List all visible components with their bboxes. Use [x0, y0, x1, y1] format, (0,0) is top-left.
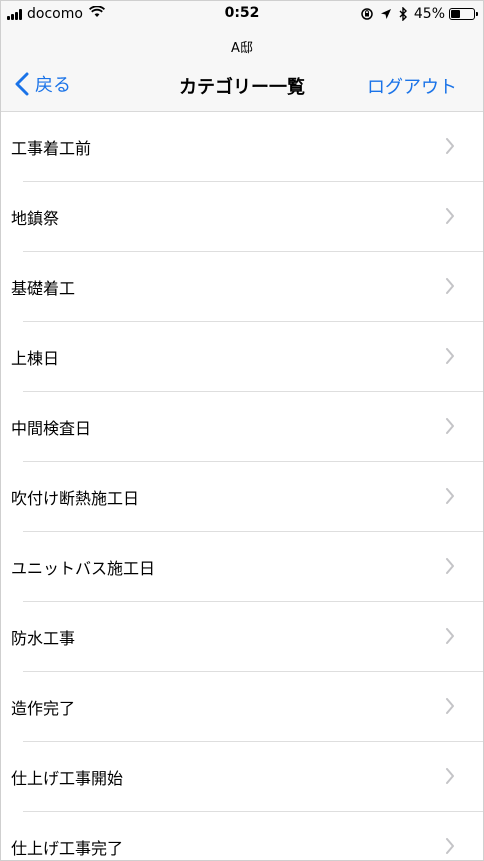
status-right: 45%: [354, 5, 478, 23]
chevron-right-icon: [446, 768, 454, 784]
chevron-right-icon: [446, 838, 454, 854]
battery-icon: [449, 8, 478, 20]
navigation-bar: A邸 戻る カテゴリー一覧 ログアウト: [1, 27, 483, 112]
category-list-item[interactable]: 防水工事: [1, 602, 483, 672]
chevron-right-icon: [446, 558, 454, 574]
battery-percent: 45%: [413, 6, 445, 22]
rotation-lock-icon: [360, 7, 374, 21]
location-icon: [380, 8, 392, 20]
category-label: 吹付け断熱施工日: [11, 489, 140, 508]
app-frame: docomo 0:52 45% A邸 戻る カテゴリー一覧 ログアウト 工事着工…: [0, 0, 484, 861]
category-label: 仕上げ工事開始: [11, 769, 124, 788]
category-label: 地鎮祭: [11, 209, 60, 228]
category-list-item[interactable]: 上棟日: [1, 322, 483, 392]
category-list-item[interactable]: 造作完了: [1, 672, 483, 742]
category-label: 造作完了: [11, 699, 76, 718]
category-list-item[interactable]: 吹付け断熱施工日: [1, 462, 483, 532]
category-label: ユニットバス施工日: [11, 559, 156, 578]
category-label: 上棟日: [11, 349, 60, 368]
category-label: 中間検査日: [11, 419, 92, 438]
category-list-item[interactable]: 基礎着工: [1, 252, 483, 322]
category-list-item[interactable]: 仕上げ工事完了: [1, 812, 483, 860]
nav-prompt: A邸: [231, 41, 253, 56]
chevron-right-icon: [446, 208, 454, 224]
category-list-item[interactable]: 工事着工前: [1, 112, 483, 182]
category-list: 工事着工前地鎮祭基礎着工上棟日中間検査日吹付け断熱施工日 ユニットバス施工日 防水工…: [1, 112, 483, 860]
category-label: 基礎着工: [11, 279, 76, 298]
category-list-item[interactable]: ユニットバス施工日: [1, 532, 483, 602]
status-bar: docomo 0:52 45%: [1, 1, 483, 27]
bluetooth-icon: [398, 7, 408, 21]
chevron-right-icon: [446, 348, 454, 364]
chevron-right-icon: [446, 138, 454, 154]
logout-button[interactable]: ログアウト: [367, 73, 457, 99]
category-list-item[interactable]: 仕上げ工事開始: [1, 742, 483, 812]
category-label: 工事着工前: [11, 139, 92, 158]
chevron-right-icon: [446, 418, 454, 434]
chevron-right-icon: [446, 488, 454, 504]
category-label: 仕上げ工事完了: [11, 839, 124, 858]
chevron-right-icon: [446, 628, 454, 644]
battery-fill: [451, 10, 460, 18]
chevron-right-icon: [446, 278, 454, 294]
chevron-right-icon: [446, 698, 454, 714]
category-label: 防水工事: [11, 629, 76, 648]
category-list-item[interactable]: 中間検査日: [1, 392, 483, 462]
category-list-item[interactable]: 地鎮祭: [1, 182, 483, 252]
